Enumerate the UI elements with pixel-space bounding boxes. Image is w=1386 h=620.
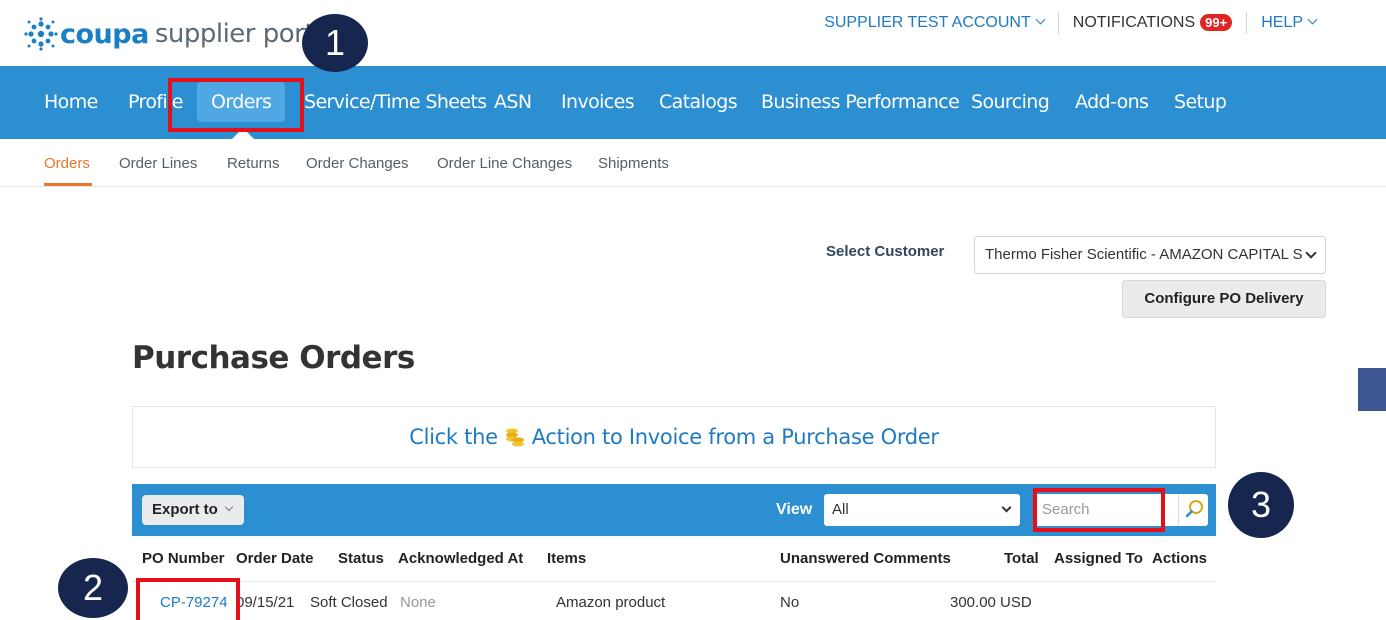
notifications-badge: 99+ [1200,14,1233,31]
side-tab[interactable] [1358,368,1386,411]
subnav-item-returns[interactable]: Returns [227,155,280,172]
active-subnav-underline [44,183,92,186]
invoice-hint-banner: Click the Action to Invoice from a Purch… [132,406,1216,468]
customer-select[interactable]: Thermo Fisher Scientific - AMAZON CAPITA… [974,236,1326,274]
chevron-down-icon [1307,14,1318,25]
view-label: View [776,501,813,518]
subnav-item-shipments[interactable]: Shipments [598,155,669,172]
chevron-down-icon [1035,14,1046,25]
hint-prefix: Click the [409,425,498,449]
nav-item-service-time-sheets[interactable]: Service/Time Sheets [304,66,487,139]
status-cell: Soft Closed [310,594,388,611]
select-customer-label: Select Customer [826,243,945,260]
nav-item-setup[interactable]: Setup [1174,66,1227,139]
table-row: CP-79274 09/15/21 Soft Closed None Amazo… [132,583,1216,620]
export-to-label: Export to [152,501,218,518]
nav-item-catalogs[interactable]: Catalogs [659,66,738,139]
items-cell: Amazon product [556,594,666,611]
nav-item-home[interactable]: Home [44,66,98,139]
nav-item-add-ons[interactable]: Add-ons [1075,66,1149,139]
configure-po-delivery-button[interactable]: Configure PO Delivery [1122,280,1326,318]
nav-item-invoices[interactable]: Invoices [561,66,635,139]
column-header-status[interactable]: Status [338,550,384,567]
chevron-down-icon [1305,247,1317,259]
coupa-logo-icon [24,17,58,51]
column-header-acknowledged-at[interactable]: Acknowledged At [398,550,523,567]
chevron-down-icon [1001,502,1012,513]
help-menu-label: HELP [1261,14,1303,31]
export-to-button[interactable]: Export to [142,495,244,525]
account-menu[interactable]: SUPPLIER TEST ACCOUNT [824,14,1046,32]
subnav-item-order-line-changes[interactable]: Order Line Changes [437,155,572,172]
view-select[interactable]: All [824,494,1020,526]
column-header-items[interactable]: Items [547,550,586,567]
search-button[interactable] [1178,494,1208,526]
column-header-total[interactable]: Total [1004,550,1039,567]
column-header-unanswered-comments[interactable]: Unanswered Comments [780,550,951,567]
hint-suffix: Action to Invoice from a Purchase Order [531,425,939,449]
logo-brand-text: coupa [60,18,149,50]
search-highlight-box [1033,488,1165,532]
step-3-callout: 3 [1228,472,1294,538]
nav-item-asn[interactable]: ASN [494,66,532,139]
step-2-callout: 2 [58,558,128,618]
top-header: coupa supplier portal SUPPLIER TEST ACCO… [0,0,1386,66]
subnav-item-order-changes[interactable]: Order Changes [306,155,409,172]
order-date-cell: 09/15/21 [236,594,295,611]
column-header-assigned-to[interactable]: Assigned To [1054,550,1143,567]
view-select-value: All [832,501,849,518]
coins-icon [505,428,524,447]
subnav-item-order-lines[interactable]: Order Lines [119,155,197,172]
acknowledged-at-cell: None [400,594,436,611]
nav-item-sourcing[interactable]: Sourcing [971,66,1050,139]
subnav-item-orders[interactable]: Orders [44,155,90,172]
nav-item-business-performance[interactable]: Business Performance [761,66,960,139]
table-header: PO Number Order Date Status Acknowledged… [132,536,1216,582]
help-menu[interactable]: HELP [1261,14,1318,32]
column-header-actions: Actions [1152,550,1208,567]
po-number-highlight-box [136,578,240,620]
divider [1246,12,1248,34]
divider [1057,12,1059,34]
page-title: Purchase Orders [132,340,415,376]
column-header-po-number[interactable]: PO Number [142,550,225,567]
notifications-link[interactable]: NOTIFICATIONS 99+ [1072,14,1233,32]
orders-highlight-box [168,78,304,132]
account-menu-label: SUPPLIER TEST ACCOUNT [824,14,1031,31]
customer-select-value: Thermo Fisher Scientific - AMAZON CAPITA… [985,246,1303,263]
total-cell: 300.00 USD [950,594,1032,611]
unanswered-comments-cell: No [780,594,800,611]
sub-navigation: Orders Order Lines Returns Order Changes… [0,139,1386,187]
step-1-callout: 1 [302,14,368,72]
column-header-order-date[interactable]: Order Date [236,550,314,567]
search-icon [1185,500,1203,518]
account-bar: SUPPLIER TEST ACCOUNT NOTIFICATIONS 99+ H… [824,12,1318,34]
chevron-down-icon [224,502,234,512]
notifications-label: NOTIFICATIONS [1072,14,1196,31]
coupa-logo[interactable]: coupa supplier portal [24,16,337,52]
